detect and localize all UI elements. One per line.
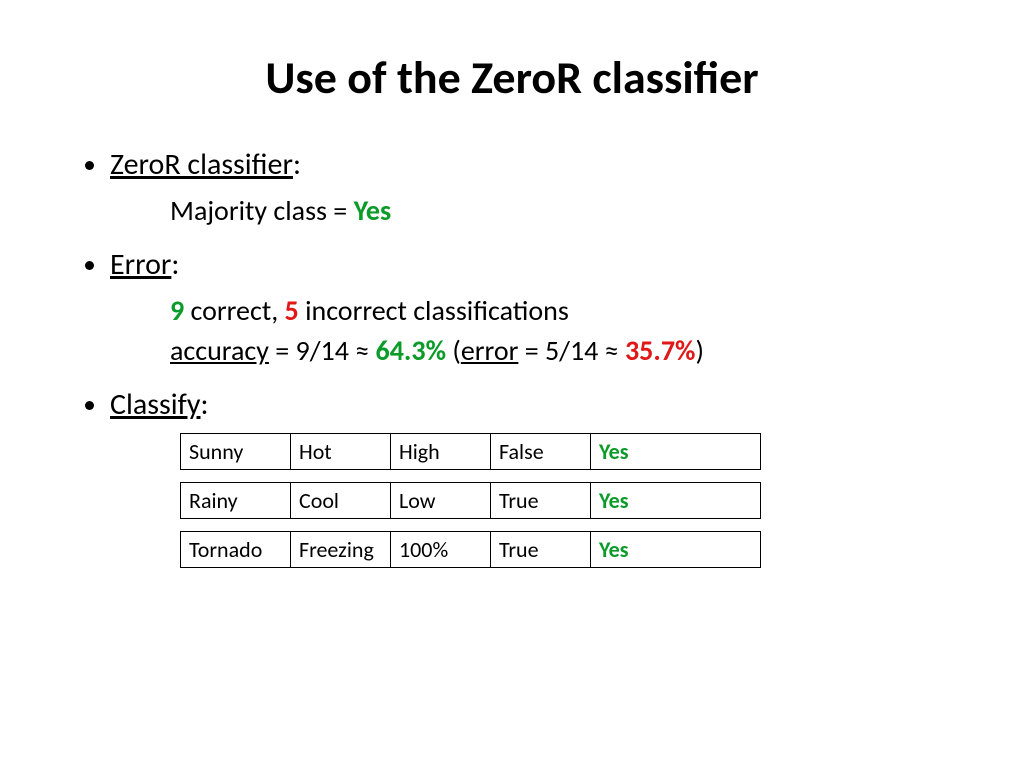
cell-humidity: Low <box>391 482 491 518</box>
bullet-zeror-sub: Majority class = Yes <box>170 191 964 232</box>
error-eq: = 5/14 ≈ <box>518 333 625 368</box>
table-row: Sunny Hot High False Yes <box>180 433 761 470</box>
cell-outlook: Rainy <box>181 482 291 518</box>
cell-temp: Hot <box>291 433 391 469</box>
cell-temp: Cool <box>291 482 391 518</box>
cell-windy: False <box>491 433 591 469</box>
slide: Use of the ZeroR classifier ZeroR classi… <box>0 0 1024 768</box>
cell-temp: Freezing <box>291 531 391 567</box>
bullet-error: Error: 9 correct, 5 incorrect classifica… <box>110 246 964 372</box>
accuracy-value: 64.3% <box>376 333 446 368</box>
bullet-error-colon: : <box>171 246 179 283</box>
bullet-zeror-colon: : <box>293 146 301 183</box>
paren-close: ) <box>695 333 704 368</box>
bullet-zeror: ZeroR classifier: Majority class = Yes <box>110 146 964 232</box>
n-correct: 9 <box>170 293 184 328</box>
accuracy-eq: = 9/14 ≈ <box>269 333 376 368</box>
bullet-list: ZeroR classifier: Majority class = Yes E… <box>60 146 964 423</box>
majority-value: Yes <box>354 193 392 228</box>
cell-class: Yes <box>599 536 629 563</box>
error-value: 35.7% <box>625 333 695 368</box>
cell-class: Yes <box>599 487 629 514</box>
classify-tables: Sunny Hot High False Yes Rainy Cool Low … <box>180 433 964 568</box>
bullet-classify-head: Classify <box>110 386 200 423</box>
cell-windy: True <box>491 531 591 567</box>
accuracy-word: accuracy <box>170 333 269 368</box>
cell-outlook: Tornado <box>181 531 291 567</box>
bullet-classify-colon: : <box>200 386 208 423</box>
cell-humidity: High <box>391 433 491 469</box>
bullet-error-sub: 9 correct, 5 incorrect classifications a… <box>170 291 964 372</box>
cell-class: Yes <box>599 438 629 465</box>
cell-outlook: Sunny <box>181 433 291 469</box>
t-incorrect: incorrect classifications <box>299 293 569 328</box>
n-incorrect: 5 <box>285 293 299 328</box>
table-row: Tornado Freezing 100% True Yes <box>180 531 761 568</box>
bullet-classify: Classify: <box>110 386 964 423</box>
cell-humidity: 100% <box>391 531 491 567</box>
table-row: Rainy Cool Low True Yes <box>180 482 761 519</box>
bullet-zeror-head: ZeroR classifier <box>110 146 293 183</box>
majority-prefix: Majority class = <box>170 193 354 228</box>
error-word: error <box>461 333 519 368</box>
bullet-error-head: Error <box>110 246 171 283</box>
slide-title: Use of the ZeroR classifier <box>60 50 964 106</box>
cell-windy: True <box>491 482 591 518</box>
paren-open: ( <box>446 333 461 368</box>
t-correct: correct, <box>184 293 284 328</box>
